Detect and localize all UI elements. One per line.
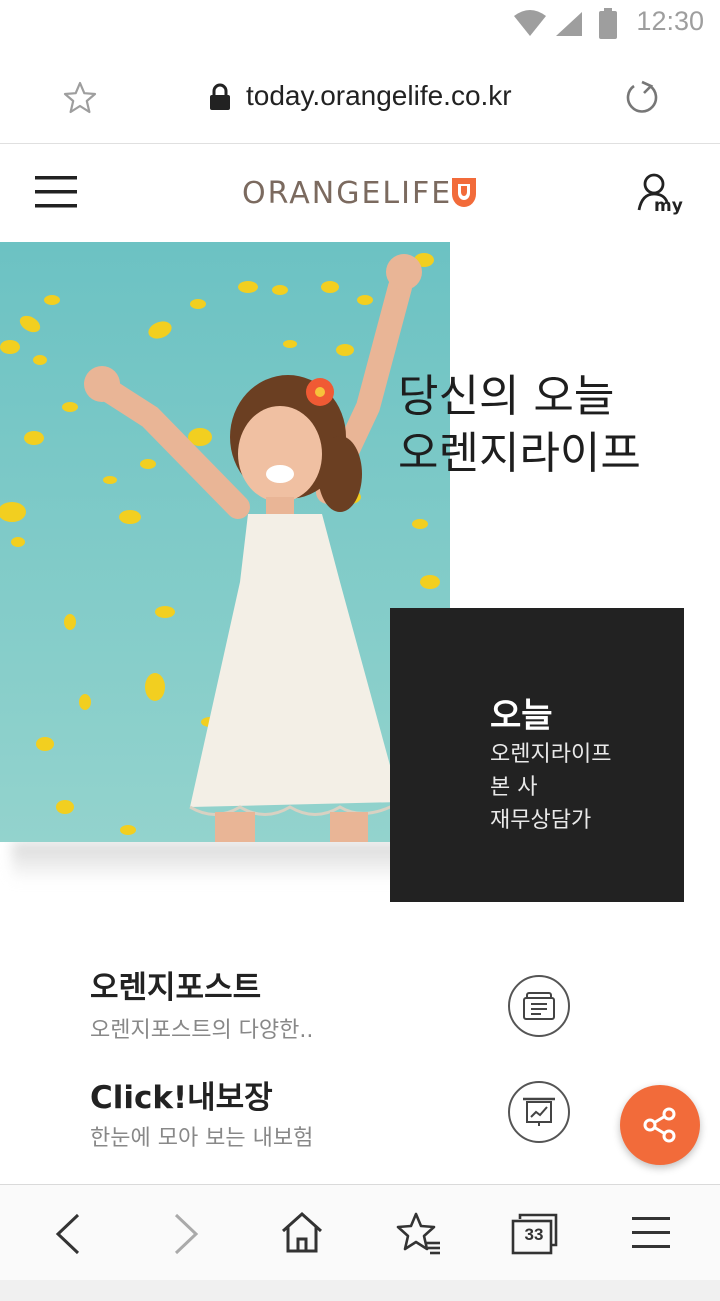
chart-board-glyph bbox=[523, 1097, 555, 1126]
hero-headline-line2: 오렌지라이프 bbox=[398, 428, 641, 479]
shield-logo-icon bbox=[452, 178, 476, 207]
menu-icon bbox=[632, 1217, 670, 1248]
chart-board-icon[interactable] bbox=[508, 1081, 570, 1143]
girl-jumping-illustration bbox=[0, 242, 450, 842]
newspaper-icon[interactable] bbox=[508, 975, 570, 1037]
clock: 12:30 bbox=[636, 6, 704, 36]
hero-photo bbox=[0, 242, 450, 842]
my-account-button[interactable]: my bbox=[636, 172, 686, 222]
star-icon[interactable] bbox=[62, 80, 98, 116]
my-label: my bbox=[654, 196, 683, 216]
site-header: ORANGELIFE my bbox=[0, 144, 720, 242]
today-card-line1: 오렌지라이프 bbox=[490, 742, 612, 767]
today-card-title: 오늘 bbox=[490, 696, 553, 736]
reload-icon[interactable] bbox=[622, 78, 662, 118]
share-icon bbox=[643, 1107, 676, 1143]
menu-icon[interactable] bbox=[35, 174, 77, 210]
lock-icon bbox=[210, 83, 230, 110]
battery-icon bbox=[599, 8, 617, 39]
url-field[interactable]: today.orangelife.co.kr bbox=[246, 80, 512, 112]
status-bar: 12:30 bbox=[0, 0, 720, 48]
back-button[interactable] bbox=[8, 1185, 128, 1281]
system-nav-strip bbox=[0, 1280, 720, 1301]
share-button[interactable] bbox=[620, 1085, 700, 1165]
forward-icon bbox=[174, 1213, 199, 1255]
list-item-desc: 오렌지포스트의 다양한.. bbox=[90, 1018, 314, 1043]
tab-count: 33 bbox=[524, 1225, 544, 1244]
today-card-line2: 본 사 bbox=[490, 775, 538, 800]
today-card[interactable]: 오늘 오렌지라이프 본 사 재무상담가 bbox=[390, 608, 684, 902]
today-card-line3: 재무상담가 bbox=[490, 808, 592, 833]
home-button[interactable] bbox=[242, 1185, 362, 1281]
bookmarks-icon bbox=[396, 1212, 440, 1255]
newspaper-glyph bbox=[523, 992, 555, 1020]
browser-menu-button[interactable] bbox=[590, 1185, 710, 1281]
today-card-subtitle: 오렌지라이프 본 사 재무상담가 bbox=[490, 738, 611, 837]
wifi-icon bbox=[514, 10, 546, 36]
browser-address-bar: today.orangelife.co.kr bbox=[0, 48, 720, 144]
home-icon bbox=[281, 1211, 323, 1253]
back-icon bbox=[55, 1213, 80, 1255]
signal-icon bbox=[556, 12, 582, 36]
forward-button[interactable] bbox=[124, 1185, 244, 1281]
browser-bottom-nav: 33 bbox=[0, 1184, 720, 1281]
list-item-desc: 한눈에 모아 보는 내보험 bbox=[90, 1126, 314, 1151]
list-item-title: Click!내보장 bbox=[90, 1080, 273, 1116]
hero-headline: 당신의 오늘 오렌지라이프 bbox=[398, 368, 641, 482]
bookmarks-button[interactable] bbox=[358, 1185, 478, 1281]
tabs-button[interactable]: 33 bbox=[474, 1185, 594, 1281]
list-item-title: 오렌지포스트 bbox=[90, 970, 262, 1006]
hero-headline-line1: 당신의 오늘 bbox=[398, 371, 615, 422]
site-logo[interactable]: ORANGELIFE bbox=[242, 176, 452, 211]
hero-shadow bbox=[12, 842, 432, 882]
